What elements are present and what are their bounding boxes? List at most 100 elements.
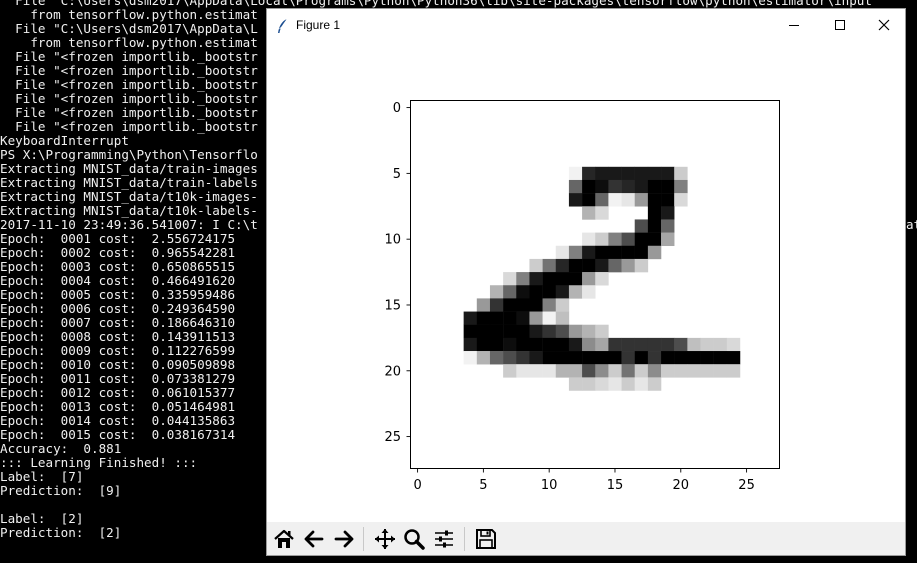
save-icon <box>476 529 496 549</box>
image-pixel <box>634 377 649 391</box>
console-line: ::: Learning Finished! ::: <box>0 455 198 470</box>
back-button[interactable] <box>300 525 328 553</box>
image-pixel <box>529 364 543 378</box>
image-pixel <box>661 179 675 194</box>
zoom-icon <box>404 529 425 550</box>
image-pixel <box>529 337 543 352</box>
image-pixel <box>476 298 491 312</box>
forward-button[interactable] <box>330 525 358 553</box>
console-line: File "<frozen importlib._bootstr <box>0 91 258 106</box>
image-pixel <box>608 245 622 260</box>
image-pixel <box>595 377 609 391</box>
image-pixel <box>568 245 583 260</box>
image-pixel <box>555 258 570 273</box>
console-line: Epoch: 0010 cost: 0.090509898 <box>0 357 236 372</box>
home-button[interactable] <box>270 525 298 553</box>
image-pixel <box>595 179 609 194</box>
image-pixel <box>621 245 635 260</box>
figure-canvas[interactable]: 0 5 10 15 20 25 0 5 10 15 20 25 <box>267 42 905 522</box>
image-pixel <box>542 285 557 299</box>
image-pixel <box>608 193 622 207</box>
minimize-button[interactable] <box>771 9 817 42</box>
image-pixel <box>595 166 609 181</box>
image-pixel <box>621 179 635 194</box>
image-pixel <box>634 232 649 247</box>
image-pixel <box>674 166 688 181</box>
image-pixel <box>661 337 675 352</box>
image-pixel <box>608 179 622 194</box>
configure-subplots-button[interactable] <box>430 525 458 553</box>
console-line: Epoch: 0011 cost: 0.073381279 <box>0 371 236 386</box>
image-pixel <box>647 377 662 391</box>
image-pixel <box>674 337 688 352</box>
image-pixel <box>621 364 635 378</box>
image-pixel <box>621 193 635 207</box>
image-pixel <box>542 364 557 378</box>
image-pixel <box>582 272 596 286</box>
image-pixel <box>503 324 517 339</box>
image-pixel <box>555 285 570 299</box>
image-pixel <box>503 364 517 378</box>
image-pixel <box>503 298 517 312</box>
image-pixel <box>687 351 701 365</box>
image-pixel <box>661 206 675 220</box>
image-pixel <box>555 245 570 260</box>
image-pixel <box>687 364 701 378</box>
image-pixel <box>621 166 635 181</box>
image-pixel <box>516 364 530 378</box>
console-line: Extracting MNIST_data/train-images <box>0 161 258 176</box>
console-line: Epoch: 0002 cost: 0.965542281 <box>0 245 236 260</box>
maximize-button[interactable] <box>817 9 863 42</box>
image-pixel <box>726 364 741 378</box>
console-line: Prediction: [9] <box>0 483 122 498</box>
image-pixel <box>621 351 635 365</box>
console-line: File "<frozen importlib._bootstr <box>0 119 258 134</box>
image-pixel <box>568 285 583 299</box>
image-pixel <box>529 272 543 286</box>
x-tick-label: 20 <box>673 478 690 493</box>
image-pixel <box>595 364 609 378</box>
image-pixel <box>503 351 517 365</box>
image-pixel <box>608 351 622 365</box>
image-pixel <box>608 337 622 352</box>
image-pixel <box>700 364 714 378</box>
image-pixel <box>568 179 583 194</box>
zoom-button[interactable] <box>400 525 428 553</box>
image-pixel <box>529 351 543 365</box>
image-pixel <box>516 351 530 365</box>
image-pixel <box>647 337 662 352</box>
console-line: Epoch: 0006 cost: 0.249364590 <box>0 301 236 316</box>
console-line: Prediction: [2] <box>0 525 122 540</box>
console-line: 2017-11-10 23:49:36.541007: I C:\t <box>0 217 258 232</box>
image-pixel <box>634 219 649 233</box>
save-button[interactable] <box>472 525 500 553</box>
image-pixel <box>674 364 688 378</box>
console-line: Accuracy: 0.881 <box>0 441 122 456</box>
title-bar[interactable]: Figure 1 <box>267 9 905 42</box>
image-pixel <box>621 337 635 352</box>
image-pixel <box>647 193 662 207</box>
image-pixel <box>529 258 543 273</box>
x-tick-label: 10 <box>541 478 558 493</box>
image-pixel <box>568 272 583 286</box>
console-line: File "<frozen importlib._bootstr <box>0 105 258 120</box>
x-tick-label: 15 <box>607 478 624 493</box>
toolbar-separator <box>363 527 364 551</box>
y-axis: 0 5 10 15 20 25 <box>384 101 411 445</box>
figure-window[interactable]: Figure 1 0 5 10 15 20 25 0 5 10 15 20 25 <box>266 8 906 556</box>
mnist-digit-image <box>463 166 741 391</box>
image-pixel <box>713 364 728 378</box>
y-tick-label: 25 <box>384 430 401 445</box>
pan-button[interactable] <box>371 525 399 553</box>
image-pixel <box>489 324 504 339</box>
image-pixel <box>555 351 570 365</box>
image-pixel <box>621 232 635 247</box>
console-line: Epoch: 0003 cost: 0.650865515 <box>0 259 236 274</box>
image-pixel <box>634 245 649 260</box>
x-tick-label: 0 <box>413 478 421 493</box>
close-icon <box>878 19 890 31</box>
image-pixel <box>661 193 675 207</box>
y-tick-label: 0 <box>393 101 401 116</box>
close-button[interactable] <box>861 9 907 42</box>
image-pixel <box>634 179 649 194</box>
